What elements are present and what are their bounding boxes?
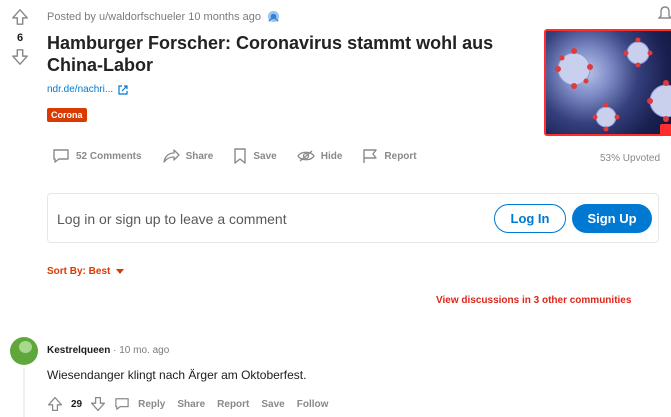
comment-time[interactable]: · 10 mo. ago — [113, 345, 169, 356]
login-button[interactable]: Log In — [494, 204, 566, 233]
post-title[interactable]: Hamburger Forscher: Coronavirus stammt w… — [47, 32, 507, 76]
comment-save-button[interactable]: Save — [261, 399, 284, 410]
hide-button[interactable]: Hide — [296, 149, 343, 163]
comment-body: Wiesendanger klingt nach Ärger am Oktobe… — [47, 368, 307, 382]
post-link-text[interactable]: ndr.de/nachri... — [47, 84, 113, 95]
post-meta: Posted by u/waldorfschueler 10 months ag… — [47, 9, 281, 24]
upvote-icon[interactable] — [47, 396, 63, 412]
external-link-badge — [660, 124, 671, 134]
comment-prompt-box: Log in or sign up to leave a comment Log… — [47, 193, 659, 243]
downvote-icon[interactable] — [90, 396, 106, 412]
comment-icon — [115, 398, 129, 410]
downvote-icon[interactable] — [11, 48, 29, 66]
award-icon — [267, 10, 280, 23]
post-score: 6 — [16, 32, 24, 44]
bell-icon[interactable] — [658, 6, 671, 22]
post-thumbnail[interactable] — [544, 29, 671, 136]
signup-button[interactable]: Sign Up — [572, 204, 652, 233]
post-flair[interactable]: Corona — [47, 108, 87, 122]
thread-line[interactable] — [23, 368, 25, 417]
caret-down-icon — [116, 268, 125, 274]
sort-dropdown[interactable]: Sort By: Best — [47, 266, 125, 277]
save-button[interactable]: Save — [233, 148, 277, 164]
reply-button[interactable]: Reply — [138, 399, 165, 410]
comment-prompt-text: Log in or sign up to leave a comment — [57, 211, 287, 227]
save-icon — [234, 148, 247, 164]
post-meta-text[interactable]: Posted by u/waldorfschueler 10 months ag… — [47, 11, 261, 23]
virus-image — [555, 37, 671, 132]
share-icon — [162, 149, 180, 163]
upvote-icon[interactable] — [11, 8, 29, 26]
post-link[interactable]: ndr.de/nachri... — [47, 84, 128, 95]
comment-follow-button[interactable]: Follow — [297, 399, 329, 410]
avatar[interactable] — [10, 337, 38, 365]
share-label: Share — [185, 150, 214, 162]
post-action-bar: 52 Comments Share Save Hide Report — [52, 148, 437, 164]
hide-label: Hide — [320, 150, 343, 162]
hide-icon — [296, 150, 315, 162]
comment-icon — [53, 149, 69, 163]
comment-action-bar: 29 Reply Share Report Save Follow — [47, 396, 328, 412]
comments-label: 52 Comments — [76, 150, 142, 162]
vote-column: 6 — [9, 8, 31, 66]
report-button[interactable]: Report — [362, 148, 417, 164]
comments-button[interactable]: 52 Comments — [52, 148, 142, 164]
report-icon — [363, 149, 378, 163]
report-label: Report — [384, 150, 417, 162]
external-link-icon — [118, 84, 128, 95]
save-label: Save — [253, 150, 277, 162]
comment-meta: Kestrelqueen · 10 mo. ago — [47, 345, 169, 356]
comment-report-button[interactable]: Report — [217, 399, 249, 410]
comment-author[interactable]: Kestrelqueen — [47, 345, 110, 356]
comment-score: 29 — [71, 398, 83, 410]
comment-share-button[interactable]: Share — [177, 399, 205, 410]
upvote-ratio: 53% Upvoted — [600, 153, 661, 164]
sort-label: Sort By: Best — [47, 266, 111, 277]
share-button[interactable]: Share — [162, 148, 214, 164]
other-communities-link[interactable]: View discussions in 3 other communities — [436, 295, 631, 306]
